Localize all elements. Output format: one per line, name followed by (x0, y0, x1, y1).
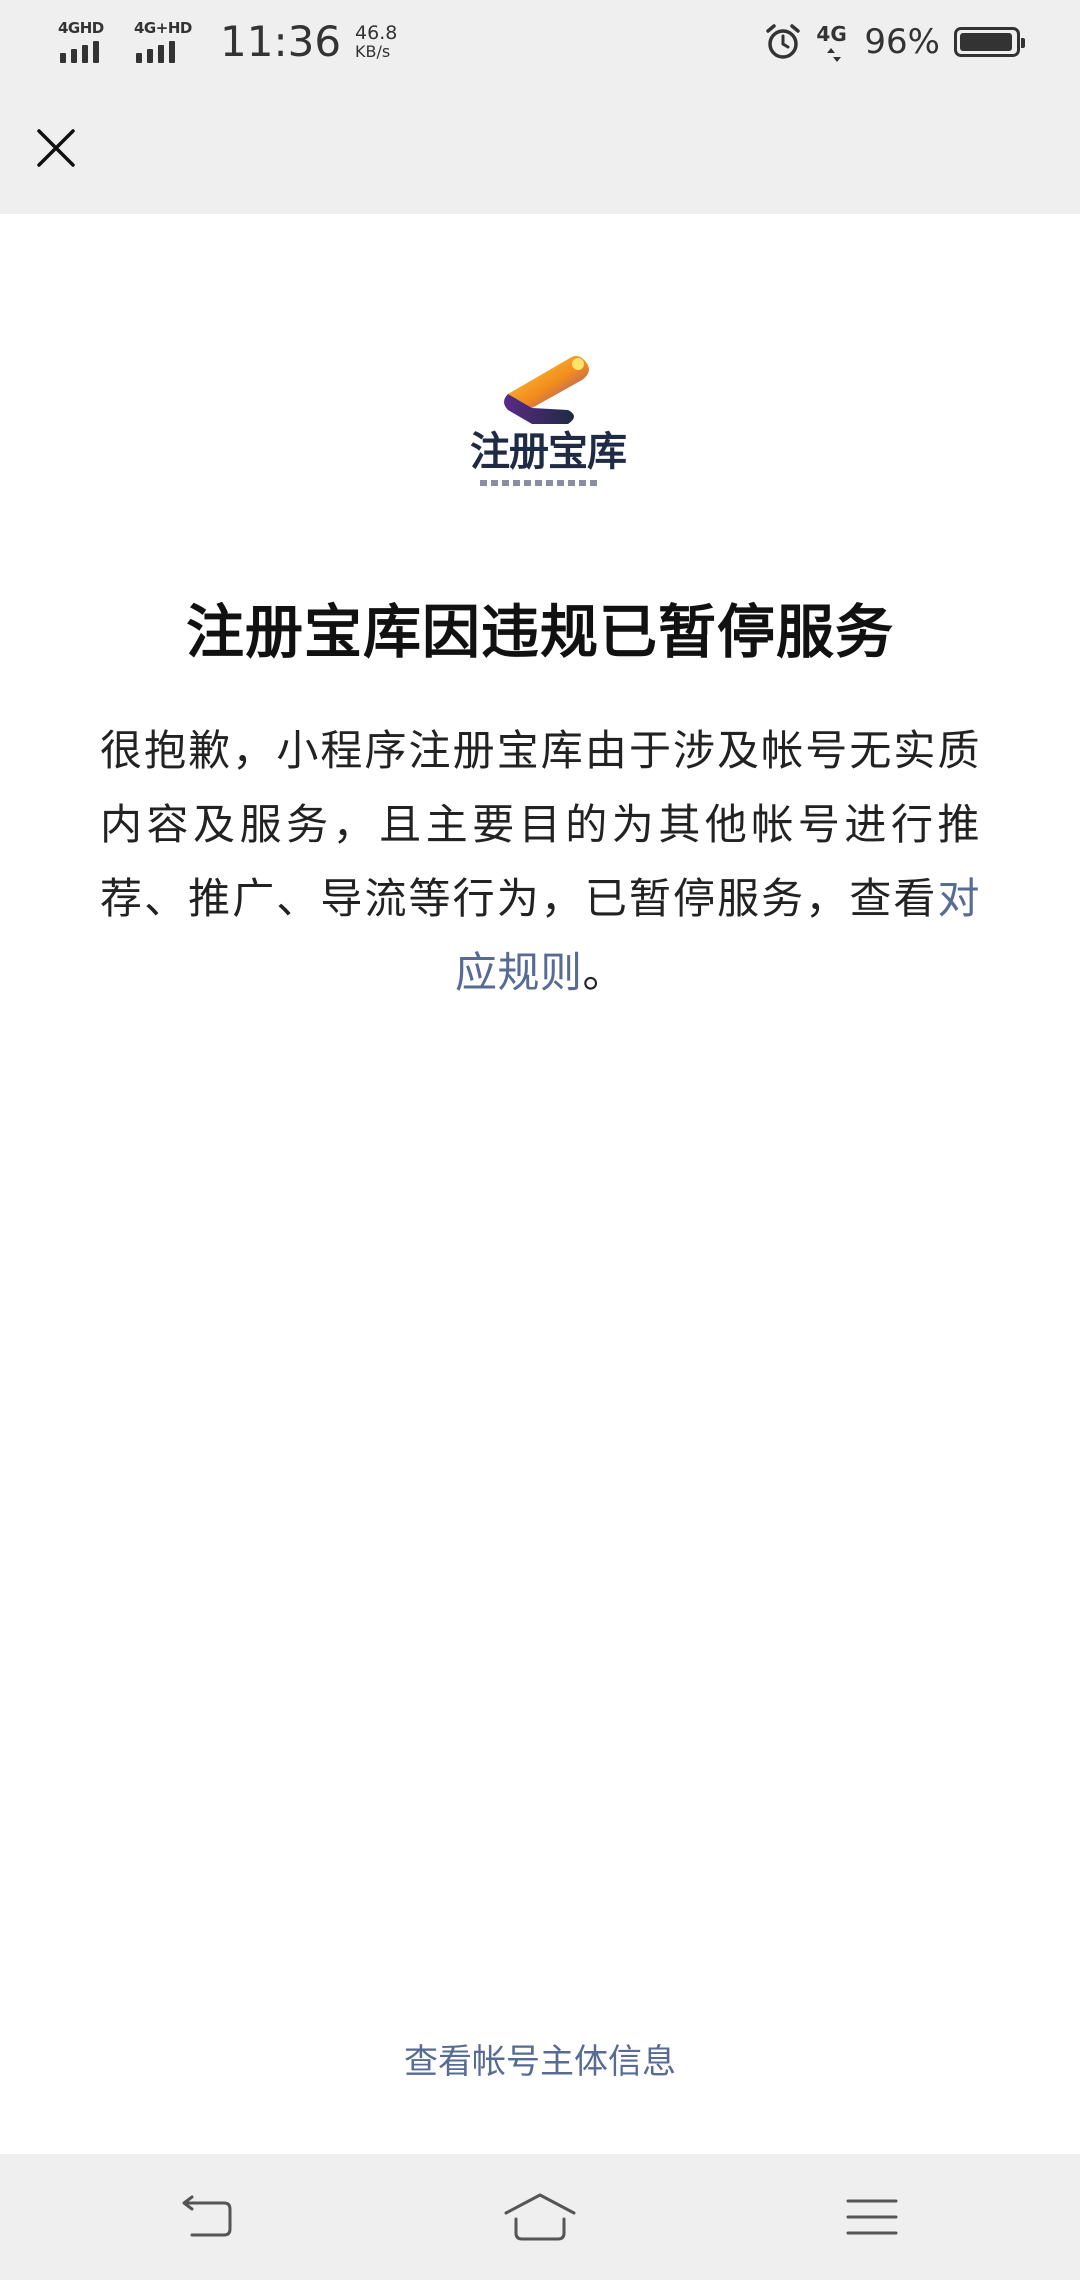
network-label: 4G (816, 22, 847, 46)
status-time: 11:36 (220, 17, 342, 66)
sim2-signal-icon: 4G+HD (134, 19, 192, 65)
app-logo: 注册宝库 (470, 344, 627, 504)
description-text: 很抱歉，小程序注册宝库由于涉及帐号无实质内容及服务，且主要目的为其他帐号进行推荐… (100, 726, 980, 923)
speed-value: 46.8 (355, 21, 398, 44)
battery-icon (954, 27, 1025, 57)
battery-fill (960, 33, 1012, 51)
screen: 4GHD 4G+HD 11:36 46.8 KB/s 4G 96% 注册宝库 注… (0, 0, 1080, 2280)
alarm-icon (766, 24, 801, 59)
home-button[interactable] (500, 2184, 580, 2250)
sim2-label: 4G+HD (134, 19, 192, 37)
menu-button[interactable] (832, 2184, 912, 2250)
suspension-description: 很抱歉，小程序注册宝库由于涉及帐号无实质内容及服务，且主要目的为其他帐号进行推荐… (100, 714, 980, 1010)
close-button[interactable] (24, 116, 88, 180)
nav-bar (0, 84, 1080, 214)
sim1-label: 4GHD (58, 19, 104, 37)
system-nav-bar (0, 2154, 1080, 2280)
logo-tagline-decoration (480, 480, 600, 486)
sim1-signal-icon: 4GHD (58, 19, 116, 65)
page-title: 注册宝库因违规已暂停服务 (185, 598, 894, 666)
status-right: 4G 96% (764, 18, 1025, 66)
status-bar: 4GHD 4G+HD 11:36 46.8 KB/s 4G 96% (0, 0, 1080, 84)
status-left: 4GHD 4G+HD 11:36 46.8 KB/s (58, 16, 397, 68)
back-icon (182, 2195, 232, 2237)
logo-mark-icon (504, 356, 589, 424)
sim2-bars (136, 41, 180, 63)
back-button[interactable] (168, 2184, 248, 2250)
network-speed: 46.8 KB/s (355, 21, 398, 61)
description-suffix: 。 (582, 948, 626, 997)
account-info-link[interactable]: 查看帐号主体信息 (0, 2034, 1080, 2083)
network-4g-icon: 4G (816, 22, 852, 62)
battery-percentage: 96% (864, 22, 940, 62)
close-icon (37, 129, 75, 167)
menu-icon (846, 2199, 898, 2235)
home-icon (504, 2193, 576, 2241)
sim1-bars (60, 41, 104, 63)
logo-brand-text: 注册宝库 (470, 429, 627, 475)
content-area: 注册宝库 注册宝库因违规已暂停服务 很抱歉，小程序注册宝库由于涉及帐号无实质内容… (0, 214, 1080, 2154)
speed-unit: KB/s (355, 41, 391, 61)
